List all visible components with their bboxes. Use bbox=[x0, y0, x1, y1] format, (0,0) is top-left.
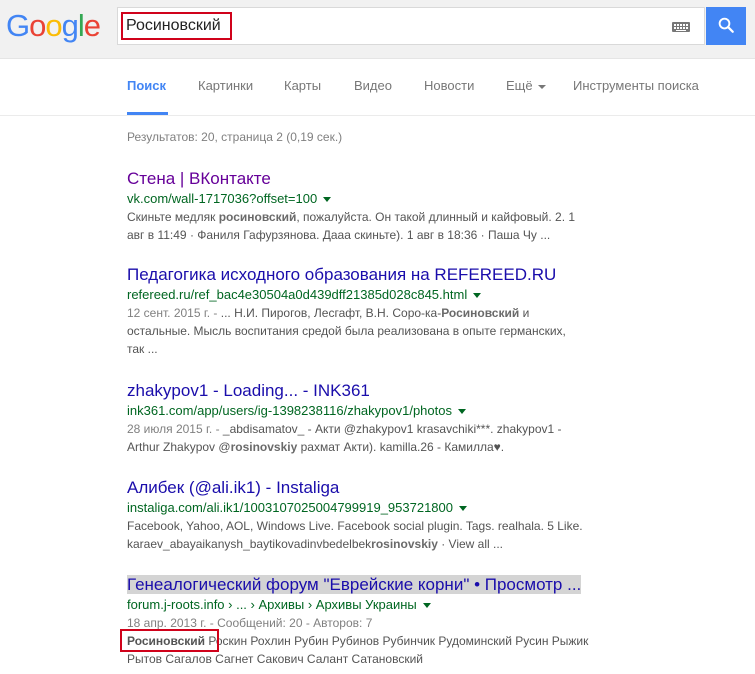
snippet-text: авг в 11:49 · Фаниля Гафурзянова. Дааа с… bbox=[127, 228, 551, 242]
result-url-text: forum.j-roots.info › ... › Архивы › Архи… bbox=[127, 597, 417, 612]
snippet-bold: росиновский bbox=[218, 210, 297, 224]
snippet-text: Скиньте медляк bbox=[127, 210, 219, 224]
search-box bbox=[117, 7, 705, 45]
result-title-link[interactable]: Педагогика исходного образования на REFE… bbox=[127, 265, 647, 285]
search-button[interactable] bbox=[706, 7, 746, 45]
result-url: refereed.ru/ref_bac4e30504a0d439dff21385… bbox=[127, 286, 647, 303]
tab-more-label: Ещё bbox=[506, 78, 533, 93]
chevron-down-icon[interactable] bbox=[457, 409, 466, 415]
snippet-text: ... Н.И. Пирогов, Лесгафт, В.Н. Соро-ка- bbox=[220, 306, 442, 320]
result-url: ink361.com/app/users/ig-1398238116/zhaky… bbox=[127, 402, 627, 419]
search-result: Генеалогический форум "Еврейские корни" … bbox=[127, 575, 647, 668]
snippet-text: · View all ... bbox=[437, 537, 504, 551]
result-snippet: Facebook, Yahoo, AOL, Windows Live. Face… bbox=[127, 517, 647, 553]
tab-more[interactable]: Ещё bbox=[506, 78, 547, 93]
tab-maps[interactable]: Карты bbox=[284, 78, 321, 93]
result-stats: Результатов: 20, страница 2 (0,19 сек.) bbox=[127, 130, 343, 144]
result-url-text: ink361.com/app/users/ig-1398238116/zhaky… bbox=[127, 403, 452, 418]
snippet-bold: rosinovskiy bbox=[371, 537, 438, 551]
chevron-down-icon[interactable] bbox=[473, 293, 482, 299]
result-url-text: refereed.ru/ref_bac4e30504a0d439dff21385… bbox=[127, 287, 468, 302]
search-tabs: Поиск Картинки Карты Видео Новости Ещё И… bbox=[0, 58, 755, 116]
tab-images[interactable]: Картинки bbox=[198, 78, 253, 93]
snippet-text: так ... bbox=[127, 342, 158, 356]
header-bar: Google bbox=[0, 0, 755, 59]
snippet-text: и bbox=[519, 306, 530, 320]
result-snippet: 28 июля 2015 г. - _abdisamatov_ - Акти @… bbox=[127, 420, 627, 456]
snippet-text: , пожалуйста. Он такой длинный и кайфовы… bbox=[296, 210, 576, 224]
result-title-text: Генеалогический форум "Еврейские корни" … bbox=[127, 575, 582, 594]
chevron-down-icon[interactable] bbox=[459, 506, 467, 512]
snippet-bold: rosinovskiy bbox=[230, 440, 298, 454]
snippet-text: Рытов Сагалов Сагнет Сакович Салант Сата… bbox=[127, 652, 423, 666]
chevron-down-icon[interactable] bbox=[323, 197, 332, 203]
search-result: zhakypov1 - Loading... - INK361 ink361.c… bbox=[127, 381, 627, 456]
chevron-down-icon[interactable] bbox=[422, 603, 431, 609]
result-title-link[interactable]: zhakypov1 - Loading... - INK361 bbox=[127, 381, 627, 401]
keyboard-icon[interactable] bbox=[672, 22, 690, 32]
google-logo[interactable]: Google bbox=[6, 8, 101, 44]
chevron-down-icon bbox=[538, 84, 547, 89]
search-input[interactable] bbox=[126, 15, 666, 37]
search-result: Алибек (@ali.ik1) - Instaliga instaliga.… bbox=[127, 478, 647, 553]
result-title-link[interactable]: Стена | ВКонтакте bbox=[127, 169, 627, 189]
snippet-text: _abdisamatov_ - Акти @zhakypov1 krasavch… bbox=[222, 422, 562, 436]
result-snippet: Скиньте медляк росиновский, пожалуйста. … bbox=[127, 208, 627, 244]
result-snippet: 18 апр. 2013 г. - Сообщений: 20 - Авторо… bbox=[127, 614, 647, 668]
tab-search[interactable]: Поиск bbox=[127, 78, 166, 93]
result-snippet: 12 сент. 2015 г. - ... Н.И. Пирогов, Лес… bbox=[127, 304, 647, 358]
result-date: 18 апр. 2013 г. - bbox=[127, 616, 218, 630]
result-title-link[interactable]: Алибек (@ali.ik1) - Instaliga bbox=[127, 478, 647, 498]
tab-search-tools[interactable]: Инструменты поиска bbox=[573, 78, 699, 93]
search-icon bbox=[718, 17, 734, 33]
snippet-text: Сообщений: 20 - Авторов: 7 bbox=[217, 616, 373, 630]
snippet-text: karaev_abayaikanysh_baytikovadinvbedelbe… bbox=[127, 537, 372, 551]
snippet-text: остальные. Мысль воспитания средой была … bbox=[127, 324, 566, 338]
tab-videos[interactable]: Видео bbox=[354, 78, 392, 93]
result-url-text: vk.com/wall-1717036?offset=100 bbox=[127, 191, 318, 206]
search-result: Стена | ВКонтакте vk.com/wall-1717036?of… bbox=[127, 169, 627, 244]
snippet-text: рахмат Акти). kamilla.26 - Камилла♥. bbox=[297, 440, 505, 454]
result-url-text: instaliga.com/ali.ik1/100310702500479991… bbox=[127, 500, 453, 515]
tab-news[interactable]: Новости bbox=[424, 78, 474, 93]
result-title-link[interactable]: Генеалогический форум "Еврейские корни" … bbox=[127, 575, 647, 595]
result-date: 28 июля 2015 г. - bbox=[127, 422, 223, 436]
result-url: forum.j-roots.info › ... › Архивы › Архи… bbox=[127, 596, 647, 613]
result-date: 12 сент. 2015 г. - bbox=[127, 306, 221, 320]
active-tab-indicator bbox=[127, 112, 168, 115]
snippet-bold: Росиновский bbox=[441, 306, 520, 320]
search-result: Педагогика исходного образования на REFE… bbox=[127, 265, 647, 358]
snippet-text: Роскин Рохлин Рубин Рубинов Рубинчик Руд… bbox=[205, 634, 589, 648]
snippet-text: Facebook, Yahoo, AOL, Windows Live. Face… bbox=[127, 519, 583, 533]
result-url: instaliga.com/ali.ik1/100310702500479991… bbox=[127, 499, 647, 516]
result-url: vk.com/wall-1717036?offset=100 bbox=[127, 190, 627, 207]
snippet-bold: Росиновский bbox=[127, 634, 206, 648]
snippet-text: Arthur Zhakypov @ bbox=[127, 440, 231, 454]
